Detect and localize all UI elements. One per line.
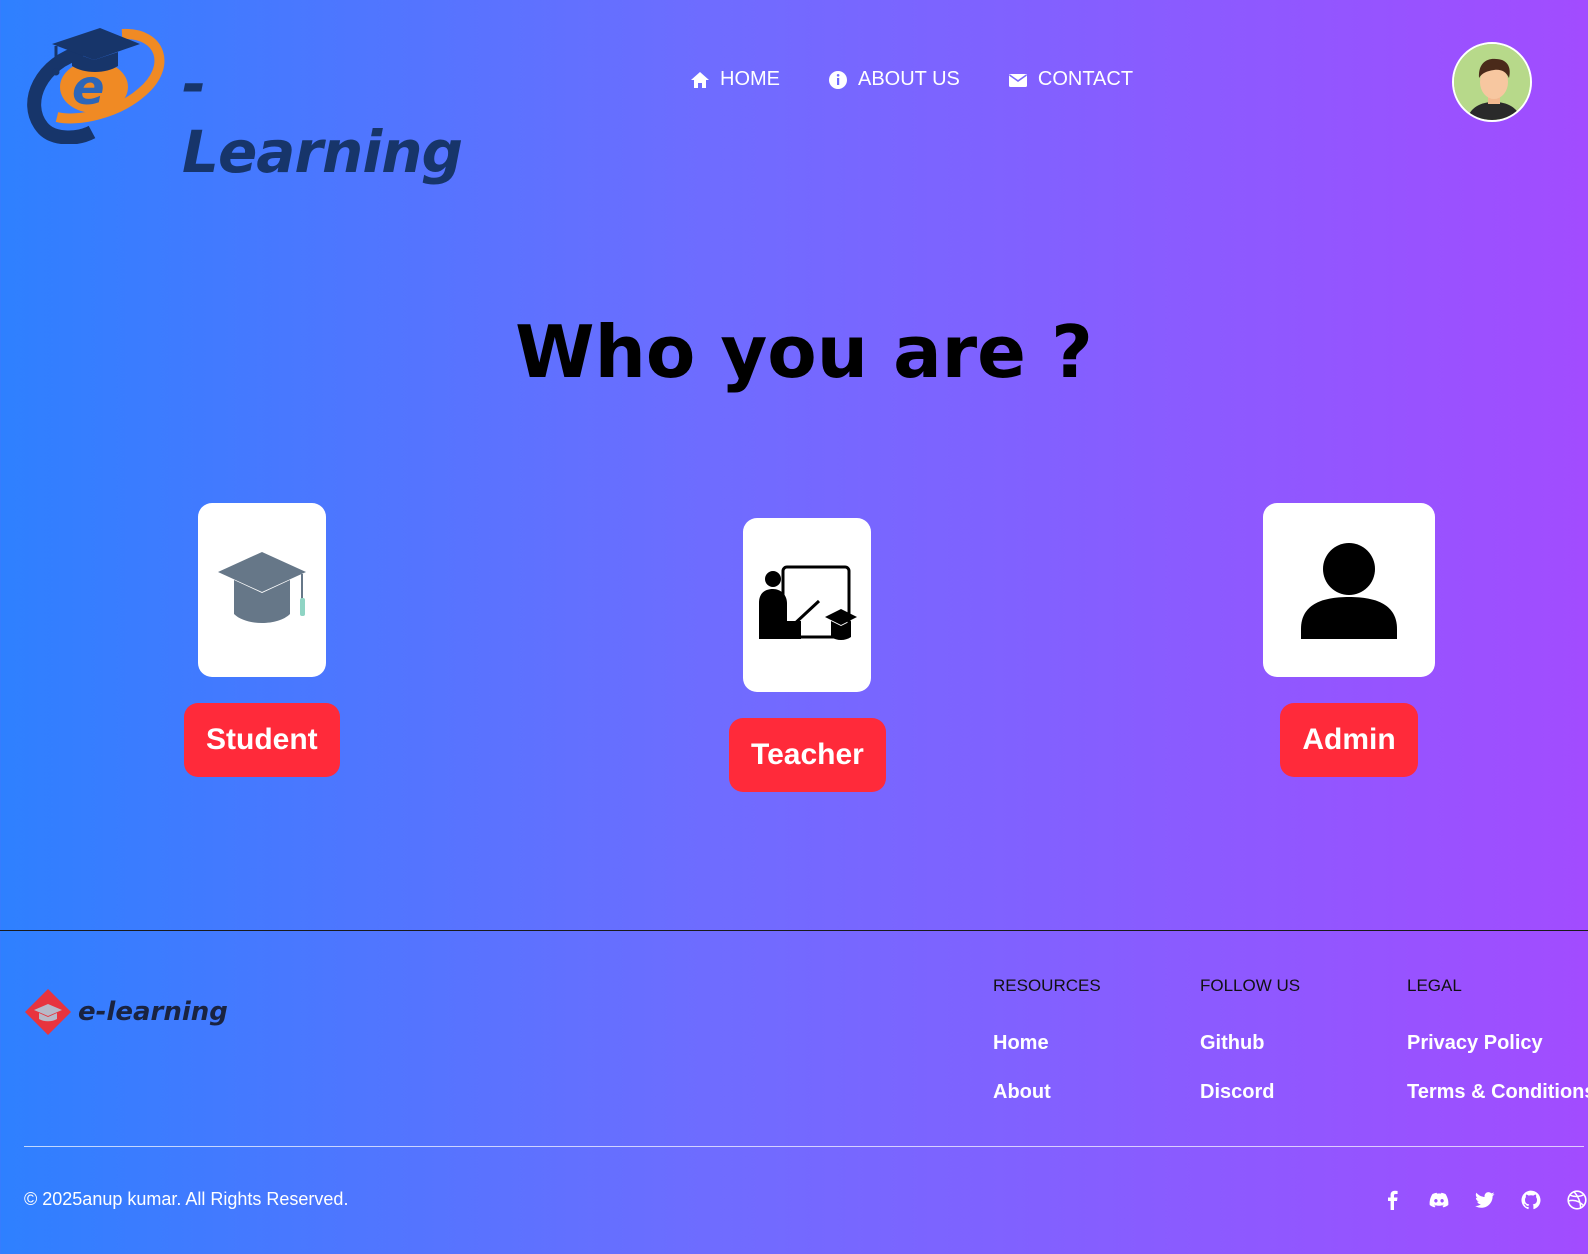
user-avatar[interactable] (1452, 42, 1532, 122)
info-icon (829, 70, 847, 89)
header: e -Learning HOME ABOUT US CONTACT (0, 0, 1588, 186)
footer-heading-follow: FOLLOW US (1200, 976, 1301, 995)
footer-heading-legal: LEGAL (1407, 976, 1462, 995)
nav-about-us-label: ABOUT US (858, 68, 960, 90)
footer-link-about[interactable]: About (993, 1081, 1101, 1104)
footer-link-discord[interactable]: Discord (1200, 1081, 1300, 1104)
admin-button[interactable]: Admin (1280, 703, 1418, 777)
social-links (1382, 1189, 1588, 1211)
logo-text: -Learning (182, 50, 463, 186)
teacher-board-icon (759, 565, 858, 640)
footer-col-legal: LEGAL Privacy Policy Terms & Conditions (1407, 976, 1588, 1130)
graduation-cap-icon (217, 552, 306, 623)
envelope-icon (1008, 73, 1027, 87)
footer-link-terms[interactable]: Terms & Conditions (1407, 1081, 1588, 1104)
nav-home-label: HOME (720, 68, 780, 90)
dribbble-icon[interactable] (1566, 1189, 1588, 1211)
nav-contact[interactable]: CONTACT (1008, 68, 1133, 91)
footer-link-privacy[interactable]: Privacy Policy (1407, 1032, 1588, 1055)
admin-card[interactable] (1263, 503, 1435, 677)
role-student: Student (184, 503, 340, 777)
avatar-person-icon (1454, 44, 1530, 120)
footer-link-github[interactable]: Github (1200, 1032, 1300, 1055)
footer-heading-resources: RESOURCES (993, 976, 1101, 995)
facebook-icon[interactable] (1382, 1189, 1404, 1211)
github-icon[interactable] (1520, 1189, 1542, 1211)
footer-rule (24, 1146, 1584, 1147)
role-admin: Admin (1263, 503, 1435, 777)
home-icon (691, 71, 709, 88)
nav-about-us[interactable]: ABOUT US (828, 68, 960, 91)
nav-contact-label: CONTACT (1037, 68, 1134, 90)
student-card[interactable] (197, 503, 326, 677)
footer-col-resources: RESOURCES Home About (993, 976, 1101, 1130)
copyright-text: © 2025anup kumar. All Rights Reserved. (24, 1189, 349, 1209)
logo-emblem-icon: e (27, 28, 165, 145)
student-button[interactable]: Student (184, 703, 340, 777)
e-learning-logo[interactable]: e -Learning (22, 22, 463, 186)
main-nav: HOME ABOUT US CONTACT (690, 68, 1133, 91)
teacher-card[interactable] (743, 518, 872, 692)
footer-link-home[interactable]: Home (993, 1032, 1101, 1055)
nav-home[interactable]: HOME (690, 68, 780, 91)
page-title: Who you are ? (515, 310, 1093, 394)
footer-logo[interactable]: e-learning (24, 988, 228, 1036)
footer-divider (0, 930, 1588, 931)
discord-icon[interactable] (1428, 1189, 1450, 1211)
role-teacher: Teacher (729, 518, 886, 792)
teacher-button[interactable]: Teacher (729, 718, 886, 792)
footer-col-follow: FOLLOW US Github Discord (1200, 976, 1300, 1130)
twitter-icon[interactable] (1474, 1189, 1496, 1211)
footer-logo-icon (25, 989, 71, 1035)
footer-logo-text: e-learning (78, 997, 228, 1027)
person-icon (1301, 543, 1397, 639)
